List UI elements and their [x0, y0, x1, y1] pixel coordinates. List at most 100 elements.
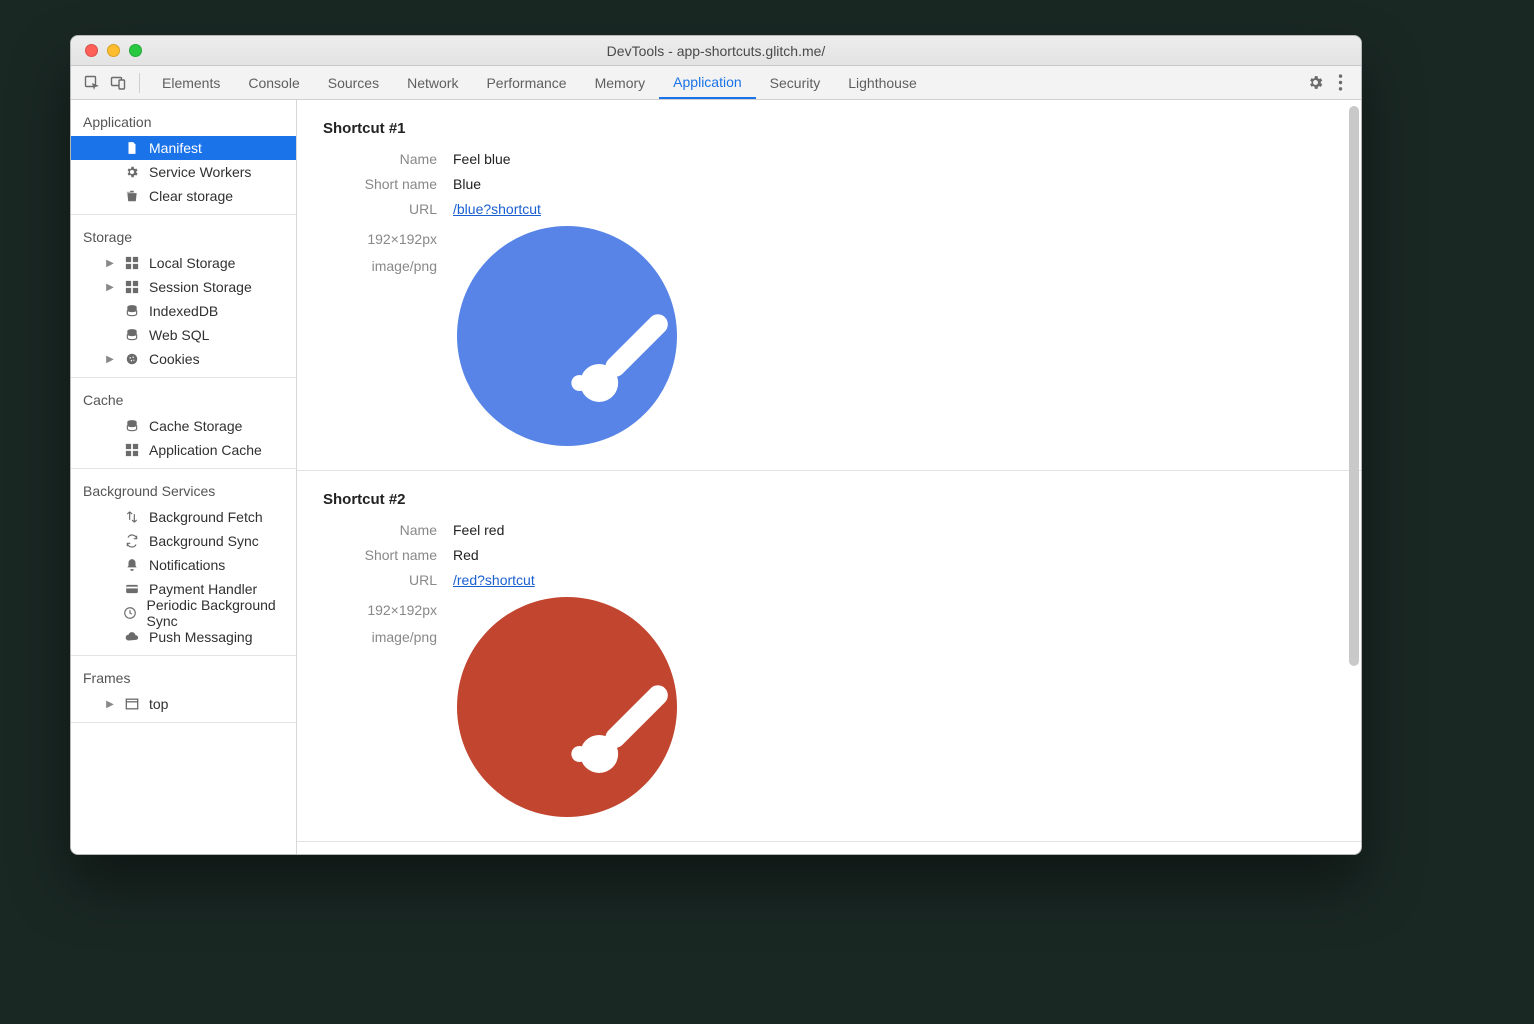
tab-security[interactable]: Security: [756, 66, 835, 99]
disclosure-arrow-icon[interactable]: ▶: [105, 699, 115, 710]
shortcut-icon-preview: [457, 226, 677, 446]
sidebar-item-label: IndexedDB: [149, 303, 218, 319]
sidebar-item-label: Cookies: [149, 351, 200, 367]
label-short-name: Short name: [323, 547, 453, 563]
trash-icon: [123, 189, 141, 203]
value-name: Feel blue: [453, 151, 511, 167]
grid-icon: [123, 280, 141, 294]
sidebar-group-storage: Storage: [71, 221, 296, 251]
label-short-name: Short name: [323, 176, 453, 192]
shortcut-heading: Shortcut #1: [323, 120, 1335, 137]
sidebar-item-label: Background Fetch: [149, 509, 263, 525]
sidebar-item-label: Service Workers: [149, 164, 251, 180]
db-icon: [123, 419, 141, 433]
db-icon: [123, 328, 141, 342]
card-icon: [123, 582, 141, 596]
label-name: Name: [323, 151, 453, 167]
icon-mime: image/png: [323, 253, 437, 280]
sync-icon: [123, 534, 141, 548]
tab-lighthouse[interactable]: Lighthouse: [834, 66, 931, 99]
shortcut-section: Shortcut #2 Name Feel red Short name Red…: [297, 471, 1361, 842]
sidebar-group-background-services: Background Services: [71, 475, 296, 505]
brush-icon: [579, 681, 679, 781]
label-name: Name: [323, 522, 453, 538]
sidebar-item-top[interactable]: ▶ top: [71, 692, 296, 716]
tab-elements[interactable]: Elements: [148, 66, 234, 99]
sidebar-item-label: Application Cache: [149, 442, 262, 458]
label-url: URL: [323, 572, 453, 588]
icon-size: 192×192px: [323, 597, 437, 624]
shortcut-url-link[interactable]: /blue?shortcut: [453, 201, 541, 217]
disclosure-arrow-icon[interactable]: ▶: [105, 258, 115, 269]
sidebar-separator: [71, 214, 296, 215]
icon-size: 192×192px: [323, 226, 437, 253]
grid-icon: [123, 443, 141, 457]
tab-sources[interactable]: Sources: [314, 66, 393, 99]
sidebar-group-application: Application: [71, 106, 296, 136]
sidebar-item-label: Periodic Background Sync: [147, 597, 297, 629]
tab-network[interactable]: Network: [393, 66, 472, 99]
sidebar-item-background-fetch[interactable]: ▶Background Fetch: [71, 505, 296, 529]
sidebar-item-indexeddb[interactable]: ▶IndexedDB: [71, 299, 296, 323]
sidebar-item-notifications[interactable]: ▶Notifications: [71, 553, 296, 577]
sidebar-item-service-workers[interactable]: ▶Service Workers: [71, 160, 296, 184]
frame-icon: [123, 697, 141, 711]
sidebar-item-application-cache[interactable]: ▶Application Cache: [71, 438, 296, 462]
sidebar-item-label: Session Storage: [149, 279, 252, 295]
sidebar-separator: [71, 468, 296, 469]
window-title: DevTools - app-shortcuts.glitch.me/: [71, 43, 1361, 59]
sidebar-item-periodic-background-sync[interactable]: ▶Periodic Background Sync: [71, 601, 296, 625]
sidebar-separator: [71, 722, 296, 723]
sidebar-item-label: top: [149, 696, 168, 712]
inspect-element-icon[interactable]: [79, 70, 105, 96]
updown-icon: [123, 510, 141, 524]
panel-tabs: ElementsConsoleSourcesNetworkPerformance…: [148, 66, 931, 99]
tab-application[interactable]: Application: [659, 66, 756, 99]
tab-console[interactable]: Console: [234, 66, 313, 99]
sidebar-item-clear-storage[interactable]: ▶Clear storage: [71, 184, 296, 208]
sidebar-item-manifest[interactable]: ▶Manifest: [71, 136, 296, 160]
sidebar: Application▶Manifest▶Service Workers▶Cle…: [71, 100, 297, 854]
sidebar-item-web-sql[interactable]: ▶Web SQL: [71, 323, 296, 347]
clock-icon: [122, 606, 138, 620]
toolbar-divider: [139, 73, 140, 93]
sidebar-item-session-storage[interactable]: ▶ Session Storage: [71, 275, 296, 299]
more-menu-icon[interactable]: [1338, 74, 1343, 91]
shortcut-url-link[interactable]: /red?shortcut: [453, 572, 535, 588]
gear-icon: [123, 165, 141, 179]
sidebar-item-background-sync[interactable]: ▶Background Sync: [71, 529, 296, 553]
shortcut-icon-preview: [457, 597, 677, 817]
disclosure-arrow-icon[interactable]: ▶: [105, 282, 115, 293]
bell-icon: [123, 558, 141, 572]
device-toggle-icon[interactable]: [105, 70, 131, 96]
tab-performance[interactable]: Performance: [472, 66, 580, 99]
sidebar-item-label: Clear storage: [149, 188, 233, 204]
sidebar-item-label: Push Messaging: [149, 629, 253, 645]
sidebar-item-cache-storage[interactable]: ▶Cache Storage: [71, 414, 296, 438]
tab-memory[interactable]: Memory: [581, 66, 660, 99]
sidebar-item-label: Background Sync: [149, 533, 259, 549]
file-icon: [123, 141, 141, 155]
disclosure-arrow-icon[interactable]: ▶: [105, 354, 115, 365]
sidebar-item-label: Local Storage: [149, 255, 235, 271]
sidebar-item-label: Manifest: [149, 140, 202, 156]
shortcut-heading: Shortcut #2: [323, 491, 1335, 508]
devtools-window: DevTools - app-shortcuts.glitch.me/ Elem…: [70, 35, 1362, 855]
grid-icon: [123, 256, 141, 270]
sidebar-separator: [71, 377, 296, 378]
settings-gear-icon[interactable]: [1307, 74, 1324, 91]
cookie-icon: [123, 352, 141, 366]
db-icon: [123, 304, 141, 318]
toolbar: ElementsConsoleSourcesNetworkPerformance…: [71, 66, 1361, 100]
sidebar-item-label: Payment Handler: [149, 581, 257, 597]
icon-mime: image/png: [323, 624, 437, 651]
sidebar-item-local-storage[interactable]: ▶ Local Storage: [71, 251, 296, 275]
cloud-icon: [123, 630, 141, 644]
value-short-name: Blue: [453, 176, 481, 192]
sidebar-group-cache: Cache: [71, 384, 296, 414]
sidebar-group-frames: Frames: [71, 662, 296, 692]
sidebar-item-label: Notifications: [149, 557, 225, 573]
sidebar-item-cookies[interactable]: ▶ Cookies: [71, 347, 296, 371]
titlebar: DevTools - app-shortcuts.glitch.me/: [71, 36, 1361, 66]
scrollbar-thumb[interactable]: [1349, 106, 1359, 666]
